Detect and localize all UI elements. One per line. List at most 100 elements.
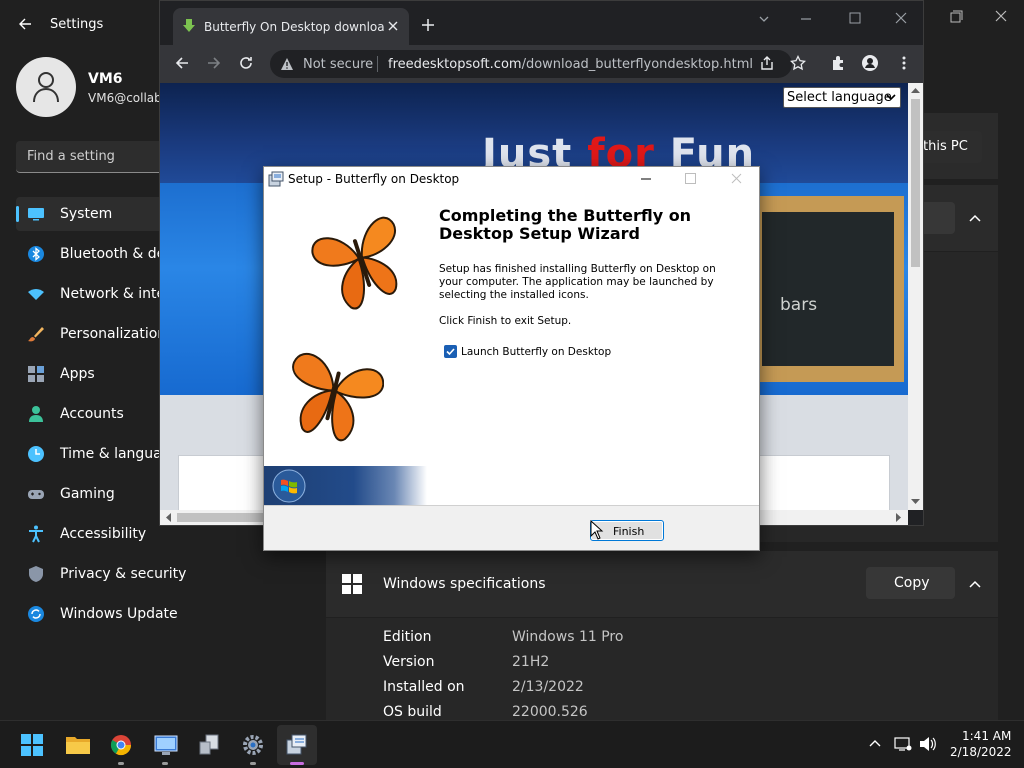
bookmark-star-icon[interactable] — [790, 55, 806, 71]
chrome-icon — [110, 735, 132, 756]
scroll-right-icon[interactable] — [896, 513, 902, 522]
start-button[interactable] — [12, 725, 52, 765]
chalkboard-surface: bars — [762, 212, 894, 366]
sidebar-item-label: Windows Update — [60, 606, 178, 622]
maximize-icon — [685, 173, 696, 184]
forward-icon[interactable] — [206, 55, 222, 71]
sidebar-item-accessibility[interactable]: Accessibility — [16, 517, 164, 551]
windows-start-icon — [21, 734, 43, 756]
scroll-up-icon[interactable] — [911, 87, 920, 93]
user-icon — [33, 72, 59, 103]
spec-value: 21H2 — [512, 654, 550, 670]
sidebar-item-label: Gaming — [60, 486, 115, 502]
address-bar[interactable]: Not secure freedesktopsoft.com/download_… — [270, 50, 792, 78]
menu-kebab-icon[interactable] — [896, 55, 912, 71]
url-separator — [377, 56, 378, 72]
sidebar-item-accounts[interactable]: Accounts — [16, 397, 164, 431]
person-icon — [29, 406, 43, 422]
file-explorer-icon — [66, 737, 90, 754]
close-icon[interactable] — [895, 12, 907, 24]
sidebar-item-system[interactable]: System — [16, 197, 164, 231]
browser-tab[interactable]: Butterfly On Desktop download — [173, 8, 409, 45]
new-tab-icon[interactable] — [421, 18, 435, 32]
update-icon — [28, 606, 44, 622]
spec-value: 2/13/2022 — [512, 679, 584, 695]
chalkboard-image: bars — [756, 196, 904, 382]
chevron-up-icon[interactable] — [968, 211, 982, 225]
gamepad-icon — [28, 490, 44, 499]
warning-icon[interactable] — [280, 57, 294, 71]
running-indicator — [162, 762, 168, 765]
window-title: Settings — [50, 17, 104, 32]
back-icon[interactable] — [174, 55, 190, 71]
taskbar-installer[interactable] — [277, 725, 317, 765]
rename-pc-label: this PC — [923, 139, 968, 154]
sidebar-item-label: Accounts — [60, 406, 124, 422]
tab-close-icon[interactable] — [387, 20, 399, 32]
spec-value: Windows 11 Pro — [512, 629, 624, 645]
launch-checkbox-label[interactable]: Launch Butterfly on Desktop — [461, 346, 611, 358]
sidebar-item-network[interactable]: Network & inter — [16, 277, 171, 311]
tab-search-icon[interactable] — [758, 13, 770, 25]
maximize-icon[interactable] — [849, 12, 861, 24]
taskbar-settings[interactable] — [233, 725, 273, 765]
taskbar-control-panel[interactable] — [145, 725, 185, 765]
installer-icon — [286, 734, 307, 755]
scroll-down-icon[interactable] — [911, 499, 920, 505]
active-indicator — [16, 206, 19, 222]
chevron-up-icon[interactable] — [868, 736, 882, 750]
back-arrow-icon[interactable] — [16, 15, 34, 33]
running-indicator — [118, 762, 124, 765]
search-placeholder: Find a setting — [27, 149, 115, 164]
share-icon[interactable] — [759, 55, 775, 71]
sidebar-item-label: Accessibility — [60, 526, 147, 542]
spec-label: OS build — [383, 704, 442, 720]
close-icon[interactable] — [990, 8, 1012, 26]
url-text: freedesktopsoft.com/download_butterflyon… — [388, 57, 753, 72]
user-name: VM6 — [88, 71, 123, 87]
clock-time[interactable]: 1:41 AM — [962, 729, 1011, 743]
minimize-icon[interactable] — [800, 13, 812, 25]
network-status-icon[interactable] — [894, 736, 912, 752]
bluetooth-icon — [28, 246, 44, 262]
avatar[interactable] — [16, 57, 76, 117]
chevron-up-icon[interactable] — [968, 577, 982, 591]
sidebar-item-bluetooth[interactable]: Bluetooth & dev — [16, 237, 174, 271]
sidebar-item-label: System — [60, 206, 113, 222]
network-setup-icon — [199, 734, 219, 755]
reload-icon[interactable] — [238, 55, 254, 71]
copy-button[interactable]: Copy — [866, 567, 955, 599]
minimize-icon[interactable] — [640, 174, 652, 184]
url-domain: freedesktopsoft.com — [388, 57, 522, 72]
scrollbar-thumb[interactable] — [911, 99, 920, 267]
chalkboard-text: bars — [780, 295, 818, 315]
sidebar-item-privacy[interactable]: Privacy & security — [16, 557, 186, 591]
language-select[interactable]: Select language — [783, 87, 901, 108]
launch-checkbox[interactable] — [444, 345, 457, 358]
taskbar-file-explorer[interactable] — [57, 725, 97, 765]
restore-icon[interactable] — [945, 8, 967, 26]
monitor-icon — [28, 208, 44, 221]
profile-icon[interactable] — [862, 55, 878, 71]
taskbar-chrome[interactable] — [101, 725, 141, 765]
taskbar-network-setup[interactable] — [189, 725, 229, 765]
running-indicator — [290, 762, 304, 765]
download-icon — [183, 19, 195, 32]
scroll-left-icon[interactable] — [165, 513, 171, 522]
sidebar-item-windows-update[interactable]: Windows Update — [16, 597, 178, 631]
volume-icon[interactable] — [919, 736, 937, 752]
clock-date[interactable]: 2/18/2022 — [950, 745, 1012, 759]
copy-label: Copy — [894, 575, 930, 591]
sidebar-item-gaming[interactable]: Gaming — [16, 477, 164, 511]
sidebar-item-personalization[interactable]: Personalization — [16, 317, 166, 351]
wifi-icon — [28, 289, 44, 300]
sidebar-item-apps[interactable]: Apps — [16, 357, 164, 391]
sidebar-item-time-language[interactable]: Time & languag — [16, 437, 171, 471]
search-input[interactable]: Find a setting — [16, 141, 164, 173]
extensions-icon[interactable] — [830, 55, 846, 71]
vertical-scrollbar[interactable] — [908, 83, 923, 510]
user-email: VM6@collabr — [88, 91, 167, 105]
language-select-value: Select language — [787, 90, 892, 105]
spec-value: 22000.526 — [512, 704, 588, 720]
chevron-down-icon — [886, 94, 896, 101]
